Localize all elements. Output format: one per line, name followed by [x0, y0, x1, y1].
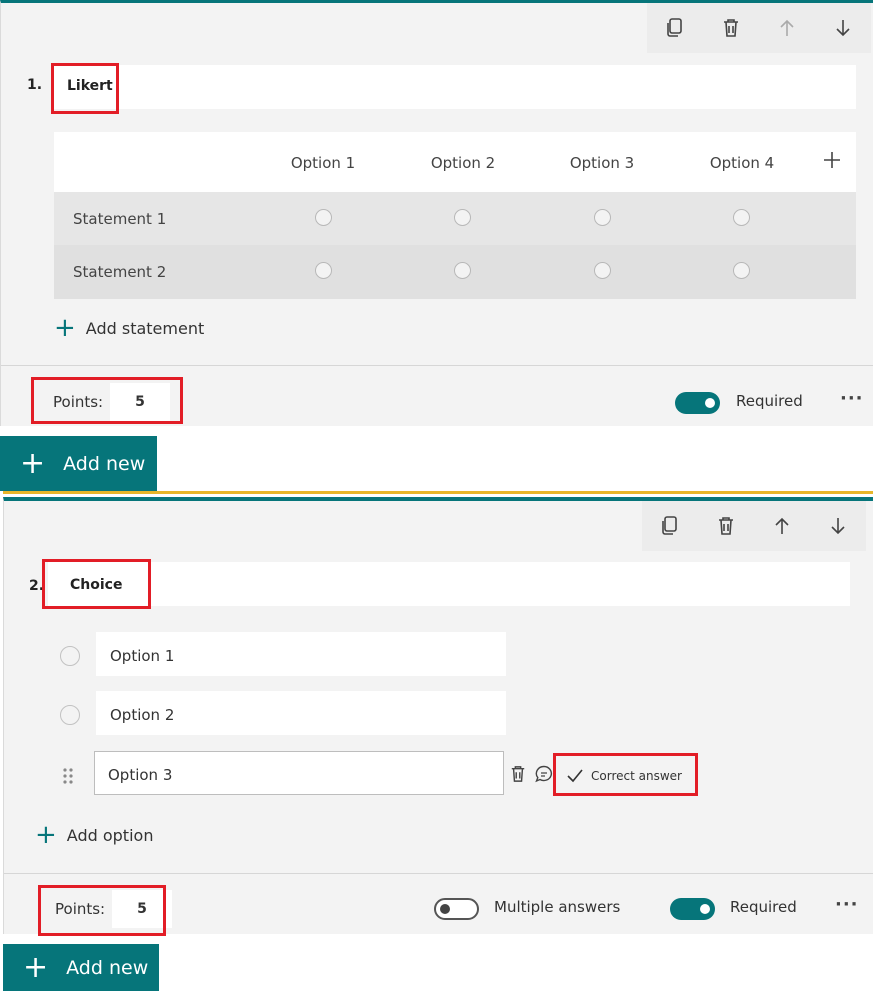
trash-icon — [719, 517, 733, 535]
add-option-button[interactable]: + Add option — [35, 822, 153, 848]
copy-question-button[interactable] — [647, 3, 703, 53]
question-toolbar — [642, 501, 866, 551]
statement-label[interactable]: Statement 1 — [73, 210, 166, 228]
multiple-answers-label: Multiple answers — [494, 898, 621, 916]
likert-column-header[interactable]: Option 2 — [413, 154, 513, 172]
copy-icon — [667, 18, 682, 37]
arrow-down-icon — [836, 20, 850, 37]
question-card-likert: 1. Likert Option 1 Option 2 Option 3 Opt… — [0, 0, 873, 426]
required-toggle[interactable] — [670, 898, 715, 920]
delete-question-button[interactable] — [703, 3, 759, 53]
move-down-button[interactable] — [810, 501, 866, 551]
drag-handle-icon[interactable] — [62, 767, 74, 789]
likert-column-header[interactable]: Option 1 — [273, 154, 373, 172]
arrow-down-icon — [831, 518, 845, 535]
plus-icon: + — [23, 949, 49, 985]
likert-radio[interactable] — [315, 209, 332, 226]
arrow-up-icon — [780, 19, 794, 36]
statement-label[interactable]: Statement 2 — [73, 263, 166, 281]
plus-icon: + — [20, 445, 46, 481]
likert-radio[interactable] — [315, 262, 332, 279]
move-up-button[interactable] — [759, 3, 815, 53]
choice-option-input-active[interactable]: Option 3 — [94, 751, 504, 795]
highlight-box — [38, 885, 166, 936]
add-option-label: Add option — [66, 825, 154, 845]
choice-option-text: Option 3 — [108, 766, 173, 784]
plus-icon: + — [54, 313, 76, 343]
highlight-box — [31, 377, 183, 424]
add-column-button[interactable] — [823, 151, 841, 173]
likert-radio[interactable] — [454, 262, 471, 279]
likert-radio[interactable] — [733, 209, 750, 226]
trash-icon — [511, 766, 525, 782]
question-number: 1. — [27, 77, 43, 93]
add-statement-button[interactable]: + Add statement — [54, 315, 204, 341]
move-down-button[interactable] — [815, 3, 871, 53]
likert-column-header[interactable]: Option 3 — [552, 154, 652, 172]
likert-header: Option 1 Option 2 Option 3 Option 4 — [54, 132, 856, 192]
choice-option-text: Option 1 — [110, 647, 175, 665]
delete-option-button[interactable] — [510, 765, 526, 787]
trash-icon — [724, 19, 738, 37]
choice-option-input[interactable]: Option 1 — [96, 632, 506, 676]
add-statement-label: Add statement — [85, 318, 205, 338]
likert-radio[interactable] — [594, 262, 611, 279]
plus-icon — [824, 152, 840, 168]
add-new-label: Add new — [66, 956, 149, 979]
likert-column-header[interactable]: Option 4 — [692, 154, 792, 172]
likert-row: Statement 1 — [54, 192, 856, 245]
comment-icon — [535, 765, 552, 783]
add-new-button[interactable]: + Add new — [3, 944, 159, 991]
arrow-up-icon — [775, 517, 789, 534]
choice-radio[interactable] — [60, 705, 80, 725]
likert-row: Statement 2 — [54, 245, 856, 299]
required-label: Required — [736, 392, 803, 410]
more-options-button[interactable]: ··· — [835, 894, 859, 915]
question-card-choice: 2. Choice Option 1 Option 2 Option 3 Cor… — [3, 497, 873, 936]
option-feedback-button[interactable] — [535, 765, 553, 787]
move-up-button[interactable] — [754, 501, 810, 551]
question-title-input[interactable]: Choice — [48, 562, 850, 606]
choice-radio[interactable] — [60, 646, 80, 666]
add-new-button[interactable]: + Add new — [0, 436, 157, 491]
choice-option-input[interactable]: Option 2 — [96, 691, 506, 735]
likert-radio[interactable] — [594, 209, 611, 226]
question-toolbar — [647, 3, 871, 53]
highlight-box — [553, 753, 698, 796]
multiple-answers-toggle[interactable] — [434, 898, 479, 920]
choice-option-text: Option 2 — [110, 706, 175, 724]
copy-question-button[interactable] — [642, 501, 698, 551]
required-toggle[interactable] — [675, 392, 720, 414]
add-new-label: Add new — [63, 452, 146, 475]
likert-radio[interactable] — [454, 209, 471, 226]
likert-grid: Option 1 Option 2 Option 3 Option 4 Stat… — [54, 132, 856, 299]
question-title-input[interactable]: Likert — [54, 65, 856, 109]
copy-icon — [662, 516, 677, 535]
likert-radio[interactable] — [733, 262, 750, 279]
more-options-button[interactable]: ··· — [840, 388, 864, 409]
plus-icon: + — [35, 820, 57, 850]
highlight-box — [42, 559, 151, 609]
required-label: Required — [730, 898, 797, 916]
highlight-box — [51, 63, 119, 114]
delete-question-button[interactable] — [698, 501, 754, 551]
